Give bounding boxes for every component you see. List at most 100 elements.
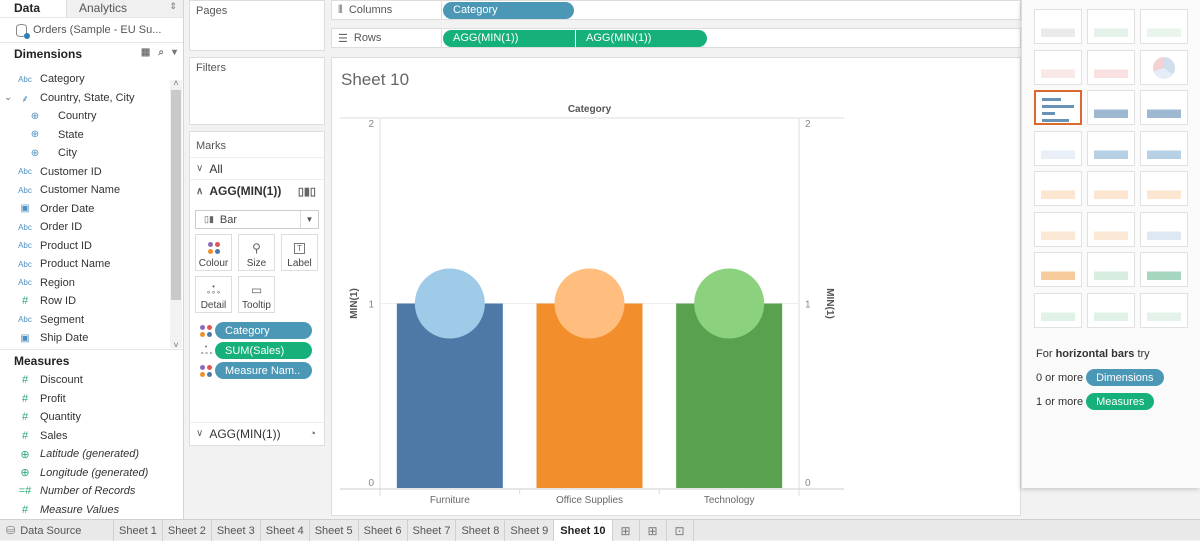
colour-button[interactable]: Colour	[195, 234, 232, 271]
show-me-highlight-table-thumbnail[interactable]	[1140, 9, 1188, 44]
marks-pill-row[interactable]: Measure Nam..	[200, 362, 312, 379]
new-worksheet-icon[interactable]: ⊞	[613, 520, 640, 541]
show-me-dual-lines-thumbnail[interactable]	[1087, 171, 1135, 206]
sheet-tab[interactable]: Sheet 3	[212, 520, 261, 541]
show-me-stacked-bars-thumbnail[interactable]	[1087, 90, 1135, 125]
sheet-tab[interactable]: Sheet 7	[408, 520, 457, 541]
data-source-tab[interactable]: ⛁ Data Source	[0, 520, 114, 541]
new-story-icon[interactable]: ⊡	[667, 520, 694, 541]
show-me-scatter-plot-thumbnail[interactable]	[1034, 252, 1082, 287]
field-item[interactable]: # Row ID	[0, 292, 170, 311]
field-label: Customer ID	[40, 165, 102, 178]
bar-mark-icon: ▯▮	[204, 214, 214, 224]
filters-card[interactable]: Filters	[189, 57, 325, 125]
show-me-heat-map-thumbnail[interactable]	[1087, 9, 1135, 44]
rows-pill-2[interactable]: AGG(MIN(1))	[576, 29, 707, 47]
field-item[interactable]: Abc Product Name	[0, 255, 170, 274]
field-item[interactable]: Abc Order ID	[0, 218, 170, 237]
sheet-tab[interactable]: Sheet 2	[163, 520, 212, 541]
database-icon	[16, 23, 30, 39]
field-item[interactable]: Abc Category	[0, 70, 170, 89]
field-item[interactable]: =# Number of Records	[0, 482, 170, 501]
show-me-treemap-thumbnail[interactable]	[1034, 130, 1082, 166]
field-item[interactable]: # Profit	[0, 390, 170, 409]
search-icon[interactable]: ⌕	[158, 47, 164, 58]
field-item[interactable]: Abc Customer Name	[0, 181, 170, 200]
field-item[interactable]: ▣ Order Date	[0, 200, 170, 219]
label-button[interactable]: T Label	[281, 234, 318, 271]
marks-layer1-row[interactable]: ∧ AGG(MIN(1)) ▯▮▯	[190, 180, 324, 202]
size-button[interactable]: ⚲ Size	[238, 234, 275, 271]
scroll-thumb[interactable]	[171, 90, 181, 300]
horizontal-bars-icon	[1042, 98, 1074, 122]
marks-pill-row[interactable]: • ∘∘∘ SUM(Sales)	[200, 342, 312, 359]
show-me-box-and-whisker-thumbnail[interactable]	[1140, 252, 1188, 287]
menu-dropdown-icon[interactable]: ▾	[172, 47, 177, 58]
mark-type-dropdown[interactable]: ▯▮ Bar ▼	[195, 210, 319, 229]
heat-map-icon	[1094, 16, 1128, 37]
show-me-text-table-thumbnail[interactable]	[1034, 9, 1082, 44]
pages-card[interactable]: Pages	[189, 0, 325, 51]
show-me-continuous-lines-thumbnail[interactable]	[1034, 171, 1082, 206]
sheet-tab[interactable]: Sheet 8	[456, 520, 506, 541]
field-item[interactable]: ⊕ Latitude (generated)	[0, 445, 170, 464]
new-dashboard-icon[interactable]: ⊞	[640, 520, 667, 541]
category-pill[interactable]: Category	[215, 322, 312, 339]
show-me-pie-chart-thumbnail[interactable]	[1140, 49, 1188, 85]
sheet-tab[interactable]: Sheet 6	[359, 520, 408, 541]
show-me-symbol-map-thumbnail[interactable]	[1034, 49, 1082, 85]
show-me-gantt-chart-thumbnail[interactable]	[1034, 292, 1082, 328]
sheet-tab[interactable]: Sheet 9	[505, 520, 555, 541]
sort-updown-icon[interactable]: ⇕	[169, 1, 177, 12]
columns-category-pill[interactable]: Category	[443, 1, 574, 19]
show-me-continuous-area-thumbnail[interactable]	[1034, 211, 1082, 247]
field-item[interactable]: ▣ Ship Date	[0, 329, 170, 348]
sheet-tab[interactable]: Sheet 10	[554, 520, 613, 541]
data-source-item[interactable]: Orders (Sample - EU Su...	[0, 18, 183, 43]
show-me-circle-views-thumbnail[interactable]	[1087, 130, 1135, 166]
field-item[interactable]: # Measure Values	[0, 501, 170, 520]
field-item[interactable]: # Quantity	[0, 408, 170, 427]
columns-shelf[interactable]: ⦀ Columns Category	[331, 0, 1021, 20]
detail-button[interactable]: • ∘∘∘ Detail	[195, 276, 232, 313]
show-me-histogram-thumbnail[interactable]	[1087, 252, 1135, 287]
show-me-discrete-area-thumbnail[interactable]	[1087, 211, 1135, 247]
show-me-packed-bubbles-thumbnail[interactable]	[1140, 292, 1188, 328]
field-item[interactable]: Abc Product ID	[0, 237, 170, 256]
sheet-tab[interactable]: Sheet 1	[114, 520, 163, 541]
field-item[interactable]: Abc Segment	[0, 311, 170, 330]
scroll-up-icon[interactable]: ˄	[170, 78, 182, 88]
field-item[interactable]: ⌄ ⸙ Country, State, City	[0, 89, 170, 108]
field-item[interactable]: # Sales	[0, 427, 170, 446]
field-item[interactable]: ⊕ City	[0, 144, 170, 163]
marks-pill-row[interactable]: Category	[200, 322, 312, 339]
show-me-horizontal-bars-thumbnail[interactable]	[1034, 90, 1082, 125]
field-item[interactable]: Abc Region	[0, 274, 170, 293]
sum-sales-pill[interactable]: SUM(Sales)	[215, 342, 312, 359]
show-me-side-by-side-circles-thumbnail[interactable]	[1140, 130, 1188, 166]
expand-icon[interactable]: ⌄	[4, 92, 12, 103]
field-item[interactable]: Abc Customer ID	[0, 163, 170, 182]
show-me-dual-combination-thumbnail[interactable]	[1140, 211, 1188, 247]
rows-shelf[interactable]: ☰ Rows AGG(MIN(1)) AGG(MIN(1))	[331, 28, 1021, 48]
field-item[interactable]: # Discount	[0, 371, 170, 390]
field-item[interactable]: ⊕ State	[0, 126, 170, 145]
tab-analytics[interactable]: Analytics ⇕	[66, 0, 183, 17]
dimensions-scrollbar[interactable]: ˄ ˅	[170, 78, 182, 350]
tooltip-button[interactable]: ▭ Tooltip	[238, 276, 275, 313]
sheet-tab[interactable]: Sheet 5	[310, 520, 359, 541]
marks-layer2-row[interactable]: ∨ AGG(MIN(1)) ◔	[190, 422, 324, 444]
field-item[interactable]: ⊕ Country	[0, 107, 170, 126]
show-me-side-by-side-bars-thumbnail[interactable]	[1140, 90, 1188, 125]
show-me-filled-map-thumbnail[interactable]	[1087, 49, 1135, 85]
grid-view-icon[interactable]: ▦	[141, 47, 150, 58]
measure-names-pill[interactable]: Measure Nam..	[215, 362, 312, 379]
marks-all-row[interactable]: ∨ All	[190, 158, 324, 180]
requirement-text: 0 or more	[1036, 371, 1084, 384]
field-item[interactable]: ⊕ Longitude (generated)	[0, 464, 170, 483]
show-me-bullet-graph-thumbnail[interactable]	[1087, 292, 1135, 328]
show-me-discrete-lines-thumbnail[interactable]	[1140, 171, 1188, 206]
rows-pill-1[interactable]: AGG(MIN(1))	[443, 29, 575, 47]
sheet-tab[interactable]: Sheet 4	[261, 520, 310, 541]
tab-data[interactable]: Data	[0, 0, 66, 17]
